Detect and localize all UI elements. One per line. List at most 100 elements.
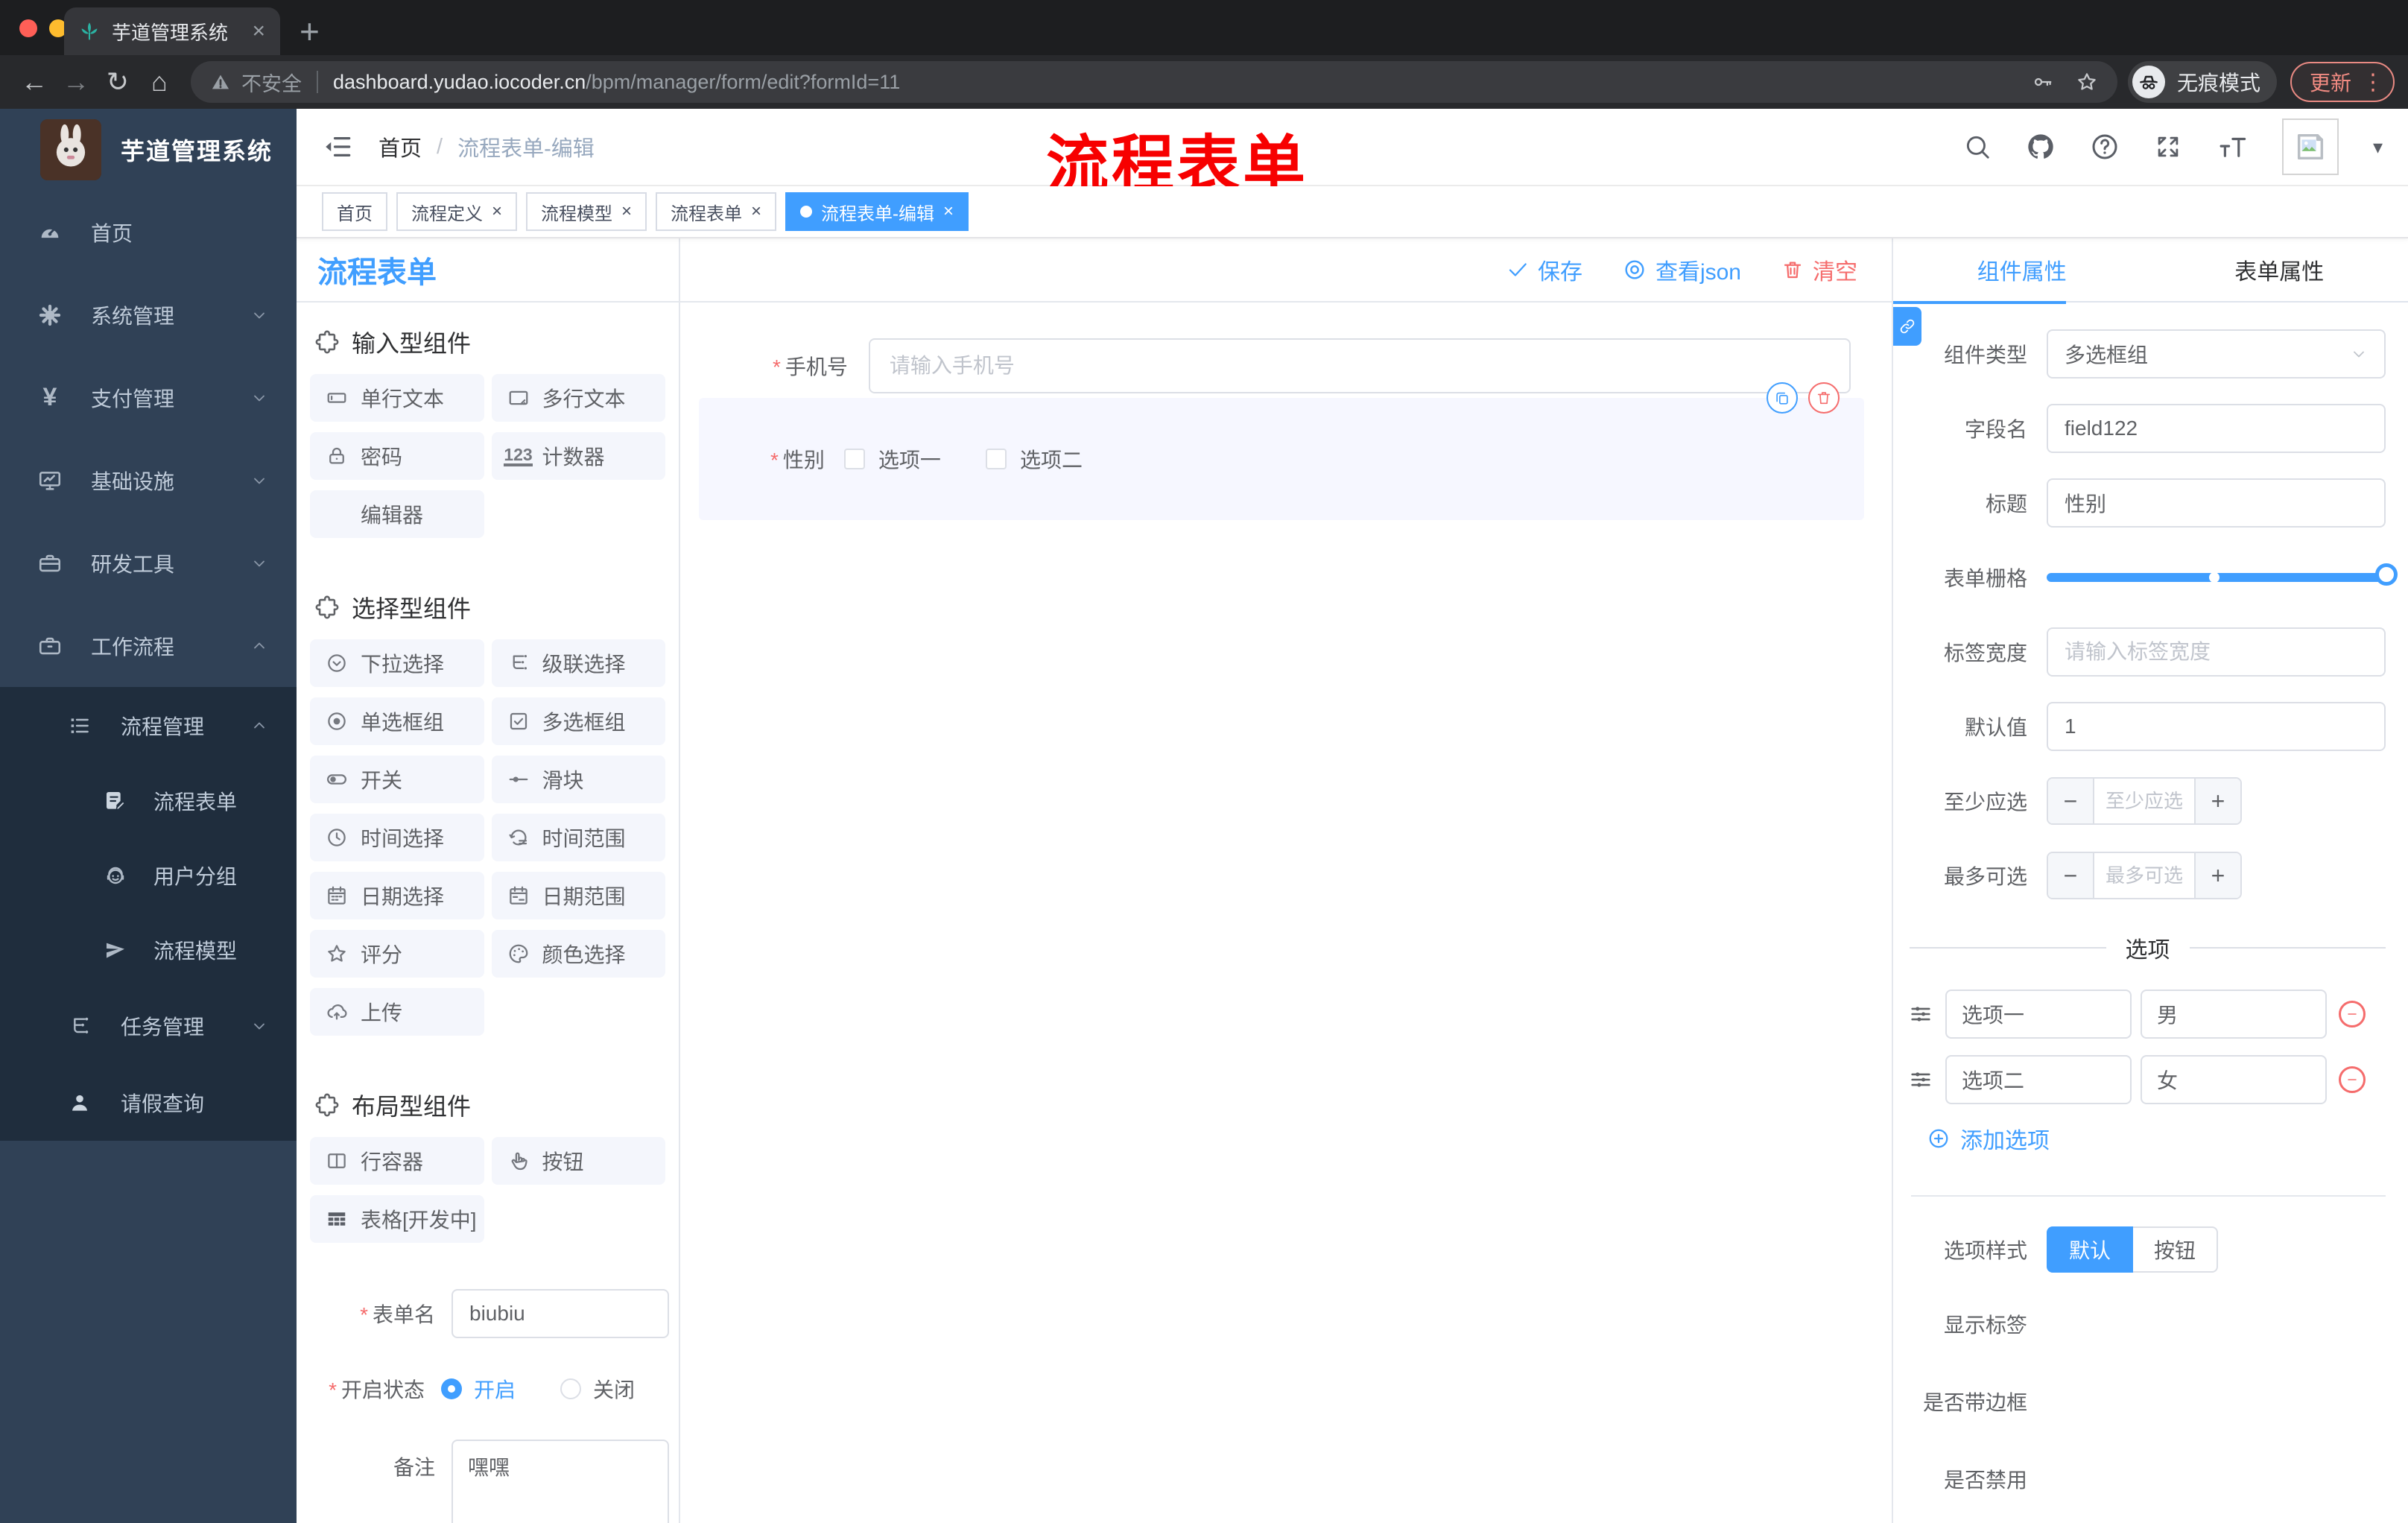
tag-close-icon[interactable]: × bbox=[943, 201, 954, 222]
back-icon[interactable]: ← bbox=[13, 66, 55, 98]
option-label-input[interactable] bbox=[1945, 990, 2132, 1039]
sidebar-item-task-mgmt[interactable]: 任务管理 bbox=[0, 987, 297, 1064]
address-bar[interactable]: 不安全 dashboard.yudao.iocoder.cn/bpm/manag… bbox=[191, 61, 2117, 103]
browser-tab[interactable]: 芋道管理系统 × bbox=[64, 7, 280, 55]
option-value-input[interactable] bbox=[2141, 1055, 2327, 1104]
palette-item-checkbox-group[interactable]: 多选框组 bbox=[491, 697, 665, 745]
palette-item-date-picker[interactable]: 日期选择 bbox=[310, 872, 484, 919]
sidebar-item-process-form[interactable]: 流程表单 bbox=[0, 764, 297, 838]
save-button[interactable]: 保存 bbox=[1506, 253, 1582, 286]
palette-item-multi-text[interactable]: 多行文本 bbox=[491, 374, 665, 422]
option-label-input[interactable] bbox=[1945, 1055, 2132, 1104]
field-phone[interactable]: * 手机号 bbox=[680, 338, 1892, 393]
palette-item-editor[interactable]: 编辑器 bbox=[310, 490, 484, 538]
sidebar-logo[interactable]: 芋道管理系统 bbox=[0, 109, 297, 191]
tag-process-form-edit[interactable]: 流程表单-编辑 × bbox=[785, 192, 969, 231]
new-tab-button[interactable]: + bbox=[300, 10, 320, 52]
sidebar-item-system[interactable]: 系统管理 bbox=[0, 273, 297, 356]
remove-option-button[interactable] bbox=[2339, 1001, 2366, 1028]
github-icon[interactable] bbox=[2026, 132, 2056, 162]
palette-item-date-range[interactable]: 日期范围 bbox=[491, 872, 665, 919]
forward-icon[interactable]: → bbox=[55, 66, 97, 98]
tag-home[interactable]: 首页 bbox=[322, 192, 387, 231]
add-option-button[interactable]: 添加选项 bbox=[1927, 1122, 2386, 1155]
palette-item-radio-group[interactable]: 单选框组 bbox=[310, 697, 484, 745]
palette-item-button[interactable]: 按钮 bbox=[491, 1137, 665, 1185]
checkbox-option-2[interactable]: 选项二 bbox=[985, 444, 1083, 474]
checkbox-box-icon[interactable] bbox=[985, 449, 1007, 469]
breadcrumb-home[interactable]: 首页 bbox=[378, 131, 422, 162]
grid-slider[interactable] bbox=[2047, 553, 2398, 602]
palette-item-upload[interactable]: 上传 bbox=[310, 988, 484, 1036]
sidebar-item-workflow[interactable]: 工作流程 bbox=[0, 604, 297, 687]
palette-item-select[interactable]: 下拉选择 bbox=[310, 639, 484, 687]
min-select-input[interactable] bbox=[2094, 779, 2194, 823]
avatar-caret-down-icon[interactable]: ▾ bbox=[2373, 136, 2383, 159]
sidebar-item-devtools[interactable]: 研发工具 bbox=[0, 522, 297, 604]
sidebar-item-home[interactable]: 首页 bbox=[0, 191, 297, 273]
palette-item-rate[interactable]: 评分 bbox=[310, 930, 484, 978]
field-name-input[interactable] bbox=[2047, 404, 2386, 453]
status-radio-on[interactable]: 开启 bbox=[441, 1374, 516, 1404]
checkbox-box-icon[interactable] bbox=[843, 449, 865, 469]
delete-component-button[interactable] bbox=[1808, 382, 1840, 414]
palette-item-single-text[interactable]: 单行文本 bbox=[310, 374, 484, 422]
fullscreen-icon[interactable] bbox=[2154, 133, 2182, 161]
drag-handle-icon[interactable] bbox=[1908, 1067, 1933, 1092]
component-type-select[interactable]: 多选框组 bbox=[2047, 329, 2386, 379]
search-icon[interactable] bbox=[1963, 133, 1992, 161]
stepper-decrease-button[interactable]: − bbox=[2048, 779, 2094, 823]
drag-handle-icon[interactable] bbox=[1908, 1001, 1933, 1027]
close-window-button[interactable] bbox=[19, 19, 37, 37]
password-key-icon[interactable] bbox=[2031, 71, 2053, 93]
reload-icon[interactable]: ↻ bbox=[97, 66, 139, 98]
palette-item-counter[interactable]: 123 计数器 bbox=[491, 432, 665, 480]
sidebar-item-process-mgmt[interactable]: 流程管理 bbox=[0, 687, 297, 764]
option-value-input[interactable] bbox=[2141, 990, 2327, 1039]
font-size-icon[interactable] bbox=[2217, 131, 2248, 162]
status-radio-off[interactable]: 关闭 bbox=[560, 1374, 635, 1404]
slider-track[interactable] bbox=[2047, 563, 2398, 586]
palette-item-switch[interactable]: 开关 bbox=[310, 756, 484, 803]
palette-item-password[interactable]: 密码 bbox=[310, 432, 484, 480]
tab-component-props[interactable]: 组件属性 bbox=[1893, 238, 2151, 301]
sidebar-fold-icon[interactable] bbox=[322, 131, 353, 162]
palette-item-time-range[interactable]: 时间范围 bbox=[491, 814, 665, 861]
stepper-decrease-button[interactable]: − bbox=[2048, 853, 2094, 898]
palette-item-slider[interactable]: 滑块 bbox=[491, 756, 665, 803]
form-name-input[interactable] bbox=[452, 1289, 669, 1338]
title-input[interactable] bbox=[2047, 478, 2386, 528]
default-value-input[interactable] bbox=[2047, 702, 2386, 751]
clear-button[interactable]: 清空 bbox=[1781, 253, 1857, 286]
stepper-increase-button[interactable]: + bbox=[2194, 779, 2240, 823]
palette-item-cascader[interactable]: 级联选择 bbox=[491, 639, 665, 687]
tag-close-icon[interactable]: × bbox=[621, 201, 632, 222]
field-link-tag[interactable] bbox=[1893, 307, 1921, 346]
canvas-body[interactable]: *手机号 *性别 选项一 选项二 bbox=[680, 303, 1892, 1523]
sidebar-item-user-group[interactable]: 用户分组 bbox=[0, 838, 297, 913]
stepper-increase-button[interactable]: + bbox=[2194, 853, 2240, 898]
style-default-button[interactable]: 默认 bbox=[2047, 1226, 2134, 1273]
sidebar-item-infra[interactable]: 基础设施 bbox=[0, 439, 297, 522]
browser-menu-dots-icon[interactable]: ⋮ bbox=[2362, 69, 2384, 95]
phone-input[interactable] bbox=[868, 338, 1851, 393]
home-icon[interactable]: ⌂ bbox=[139, 66, 180, 98]
style-button-button[interactable]: 按钮 bbox=[2133, 1226, 2219, 1273]
tab-close-icon[interactable]: × bbox=[252, 19, 265, 44]
checkbox-option-1[interactable]: 选项一 bbox=[843, 444, 941, 474]
browser-update-button[interactable]: 更新 ⋮ bbox=[2290, 62, 2395, 102]
max-select-input[interactable] bbox=[2094, 853, 2194, 898]
bookmark-star-icon[interactable] bbox=[2076, 71, 2098, 93]
form-remark-textarea[interactable]: 嘿嘿 bbox=[452, 1440, 669, 1523]
palette-item-row-container[interactable]: 行容器 bbox=[310, 1137, 484, 1185]
copy-component-button[interactable] bbox=[1767, 382, 1798, 414]
slider-handle[interactable] bbox=[2375, 563, 2398, 586]
label-width-input[interactable] bbox=[2047, 627, 2386, 677]
sidebar-item-process-model[interactable]: 流程模型 bbox=[0, 913, 297, 987]
tag-process-model[interactable]: 流程模型 × bbox=[526, 192, 647, 231]
sidebar-item-payment[interactable]: ¥ 支付管理 bbox=[0, 356, 297, 439]
palette-item-table[interactable]: 表格[开发中] bbox=[310, 1195, 484, 1243]
avatar[interactable] bbox=[2281, 118, 2339, 175]
tag-close-icon[interactable]: × bbox=[492, 201, 502, 222]
view-json-button[interactable]: 查看json bbox=[1623, 253, 1741, 286]
